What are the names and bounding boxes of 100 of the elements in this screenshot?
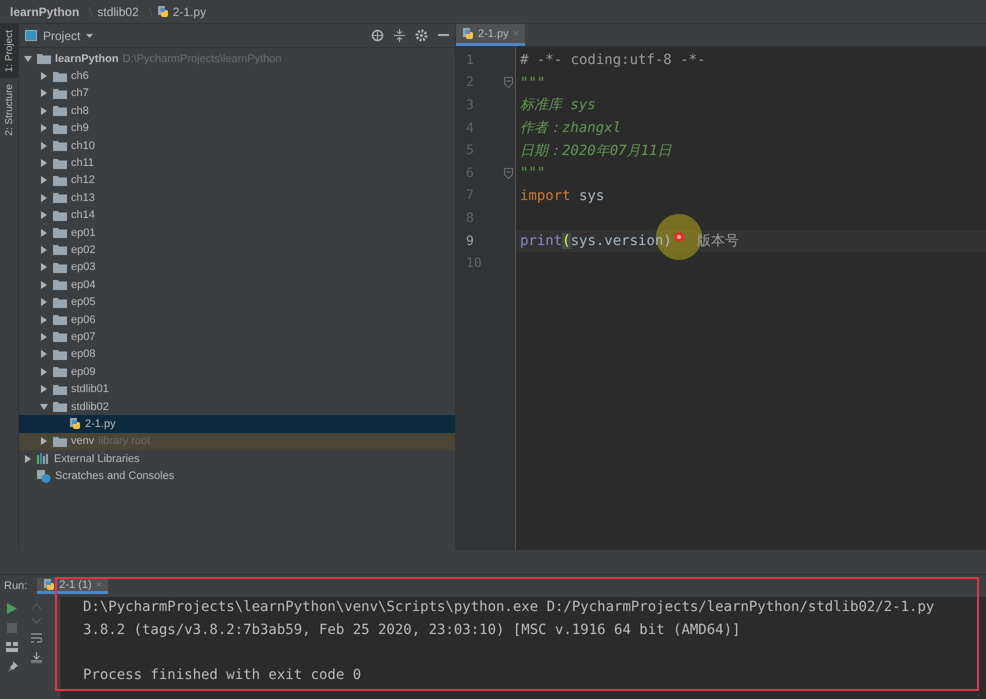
folder-icon [53, 436, 67, 447]
tree-item-label: learnPython [55, 52, 119, 65]
locate-icon[interactable] [371, 29, 384, 42]
tree-item-label: ch11 [71, 157, 94, 170]
folder-icon [53, 296, 67, 308]
tree-item[interactable]: stdlib01 [19, 380, 455, 398]
folder-icon [53, 174, 67, 186]
collapse-icon[interactable] [394, 29, 405, 42]
folder-icon [53, 366, 67, 378]
soft-wrap-icon[interactable] [30, 633, 42, 643]
tree-item-label: ep05 [71, 296, 96, 308]
tree-item[interactable]: ch8 [19, 102, 455, 120]
tree-item[interactable]: ep04 [19, 276, 455, 294]
run-tab[interactable]: 2-1 (1) × [37, 578, 108, 594]
tree-item-label: ch8 [71, 104, 89, 117]
tree-item-label: ep07 [71, 330, 96, 343]
exit-message: Process finished with exit code 0 [83, 666, 362, 683]
tree-item[interactable]: ch12 [19, 172, 455, 190]
breadcrumb[interactable]: learnPython [10, 4, 80, 18]
tree-item-label: ch9 [71, 122, 89, 134]
folder-icon [53, 105, 67, 116]
code-line: """ [520, 74, 546, 91]
expanded-arrow-icon[interactable] [40, 402, 48, 410]
scroll-to-end-icon[interactable] [30, 652, 42, 663]
collapsed-arrow-icon[interactable] [40, 350, 48, 358]
tree-item[interactable]: ch10 [19, 136, 455, 154]
settings-icon[interactable] [415, 29, 428, 42]
collapsed-arrow-icon[interactable] [40, 368, 48, 376]
collapsed-arrow-icon[interactable] [40, 142, 48, 150]
tree-item[interactable]: ep08 [19, 346, 455, 364]
collapsed-arrow-icon[interactable] [40, 246, 48, 254]
tree-item[interactable]: External Libraries [19, 450, 455, 468]
folder-icon [53, 244, 67, 256]
tree-item[interactable]: ch7 [19, 84, 455, 102]
tree-item-label: ep03 [71, 261, 96, 274]
run-label: Run: [4, 580, 28, 592]
tree-item[interactable]: ch6 [19, 67, 455, 85]
tree-item[interactable]: ch13 [19, 189, 455, 207]
code-line: import sys [520, 188, 604, 204]
tree-item[interactable]: ep03 [19, 258, 455, 276]
expanded-arrow-icon[interactable] [24, 54, 32, 63]
collapsed-arrow-icon[interactable] [40, 159, 48, 168]
collapsed-arrow-icon[interactable] [40, 385, 48, 394]
dropdown-caret-icon[interactable] [86, 34, 94, 38]
tree-item-label: ep02 [71, 244, 96, 256]
collapsed-arrow-icon[interactable] [40, 316, 48, 324]
tree-item-label: External Libraries [54, 452, 140, 465]
folder-icon [53, 88, 67, 99]
collapsed-arrow-icon[interactable] [40, 263, 48, 272]
breadcrumb[interactable]: stdlib02 [97, 4, 139, 18]
fold-marker-icon[interactable] [504, 168, 513, 179]
folder-icon [53, 122, 67, 134]
folder-icon [37, 53, 51, 64]
pin-icon[interactable] [6, 661, 18, 672]
collapsed-arrow-icon[interactable] [40, 89, 48, 98]
collapsed-arrow-icon[interactable] [40, 332, 48, 341]
collapsed-arrow-icon[interactable] [40, 280, 48, 289]
tree-item[interactable]: ch9 [19, 120, 455, 137]
collapsed-arrow-icon[interactable] [24, 454, 32, 463]
tree-item[interactable]: ep01 [19, 224, 455, 242]
collapsed-arrow-icon[interactable] [40, 124, 48, 132]
collapsed-arrow-icon[interactable] [40, 72, 48, 80]
collapsed-arrow-icon[interactable] [40, 228, 48, 237]
project-icon [25, 30, 37, 41]
code-line: 标准库 sys [520, 96, 596, 114]
tree-item[interactable]: ch14 [19, 206, 455, 224]
run-icon[interactable] [7, 603, 17, 614]
tree-item-label: ep01 [71, 226, 96, 239]
panel-title[interactable]: Project [43, 28, 80, 42]
collapsed-arrow-icon[interactable] [40, 437, 48, 446]
collapsed-arrow-icon[interactable] [40, 211, 48, 220]
tool-window-button[interactable]: 2: Structure [0, 78, 18, 142]
console-output-line: 3.8.2 (tags/v3.8.2:7b3ab59, Feb 25 2020, 23:03:10) [MSC v.1916 64 bit (AMD64)] [83, 622, 740, 638]
collapsed-arrow-icon[interactable] [40, 298, 48, 306]
collapsed-arrow-icon[interactable] [40, 106, 48, 115]
tree-item[interactable]: ep02 [19, 241, 455, 259]
collapsed-arrow-icon[interactable] [40, 176, 48, 184]
tree-item-label: stdlib01 [71, 383, 109, 396]
layout-icon[interactable] [6, 642, 18, 652]
minimize-icon[interactable] [438, 34, 449, 37]
scratches-icon [37, 470, 51, 483]
folder-icon [53, 227, 67, 238]
tool-window-button[interactable]: 1: Project [0, 24, 18, 78]
tree-item[interactable]: 2-1.py [19, 415, 455, 433]
tree-item[interactable]: ch11 [19, 154, 455, 172]
tree-item[interactable]: ep05 [19, 293, 455, 311]
folder-icon [53, 348, 67, 360]
fold-marker-icon[interactable] [504, 77, 513, 88]
tree-item[interactable]: ep07 [19, 328, 455, 346]
tree-item[interactable]: ep06 [19, 310, 455, 328]
collapsed-arrow-icon[interactable] [40, 194, 48, 202]
breadcrumb[interactable]: 2-1.py [156, 4, 206, 18]
tree-item[interactable]: stdlib02 [19, 398, 455, 416]
tree-item[interactable]: Scratches and Consoles [19, 467, 455, 485]
tree-item-label: ep08 [71, 348, 96, 360]
tree-item-label: ch14 [71, 209, 95, 222]
tree-item-label: ch7 [71, 87, 89, 100]
tree-item[interactable]: ep09 [19, 363, 455, 380]
console-output-line: D:\PycharmProjects\learnPython\venv\Scripts\python.exe D:/PycharmProjects/learnPython/stdlib02/2-1.py [83, 599, 934, 615]
editor-tab[interactable]: 2-1.py × [456, 24, 526, 46]
